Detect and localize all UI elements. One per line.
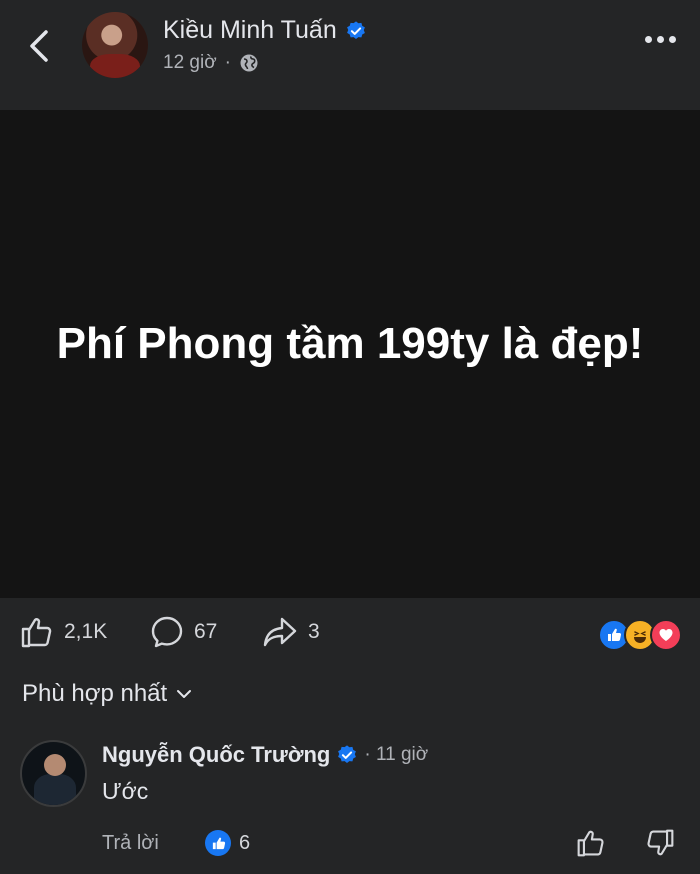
like-button[interactable]: 2,1K — [20, 615, 107, 649]
comment-time: · 11 giờ — [364, 744, 429, 765]
post-text: Phí Phong tầm 199ty là đẹp! — [56, 319, 644, 368]
comment-sort-dropdown[interactable]: Phù hợp nhất — [22, 680, 193, 708]
reaction-summary[interactable] — [598, 619, 682, 651]
post-time[interactable]: 12 giờ — [163, 52, 217, 74]
reply-button[interactable]: Trả lời — [102, 832, 159, 855]
sort-label[interactable]: Phù hợp nhất — [22, 680, 167, 708]
thumbs-up-icon[interactable] — [576, 828, 606, 858]
share-button[interactable]: 3 — [262, 615, 320, 649]
share-icon — [263, 617, 297, 647]
commenter-avatar[interactable] — [20, 740, 87, 807]
like-reaction-icon — [205, 830, 231, 856]
commenter-name[interactable]: Nguyễn Quốc Trường — [102, 742, 330, 768]
thumbs-down-icon[interactable] — [645, 828, 675, 858]
more-options-icon[interactable] — [645, 36, 676, 43]
like-icon — [21, 618, 52, 648]
verified-badge-icon — [346, 20, 365, 39]
post-actions-bar: 2,1K 67 3 — [0, 598, 700, 674]
post-text-card: Phí Phong tầm 199ty là đẹp! — [0, 110, 700, 598]
author-name[interactable]: Kiều Minh Tuấn — [163, 16, 337, 45]
comment-count: 67 — [194, 620, 218, 643]
comment-button[interactable]: 67 — [150, 615, 217, 649]
comment-like-summary[interactable]: 6 — [205, 830, 250, 856]
back-chevron-icon[interactable] — [22, 26, 58, 66]
globe-icon — [240, 54, 258, 72]
comment-header: Nguyễn Quốc Trường · 11 giờ — [102, 742, 428, 768]
comment-like-count: 6 — [239, 831, 251, 854]
verified-badge-icon — [338, 745, 357, 763]
meta-separator: · — [224, 52, 231, 73]
chevron-down-icon — [177, 690, 192, 698]
share-count: 3 — [308, 620, 320, 643]
author-avatar[interactable] — [82, 12, 148, 78]
like-count: 2,1K — [64, 620, 108, 643]
author-name-row[interactable]: Kiều Minh Tuấn — [163, 16, 367, 45]
love-reaction-icon — [650, 619, 682, 651]
comment-text: Ước — [102, 778, 149, 804]
post-header: Kiều Minh Tuấn 12 giờ · — [0, 0, 700, 110]
comment-icon — [151, 616, 183, 648]
post-meta: 12 giờ · — [163, 52, 259, 74]
